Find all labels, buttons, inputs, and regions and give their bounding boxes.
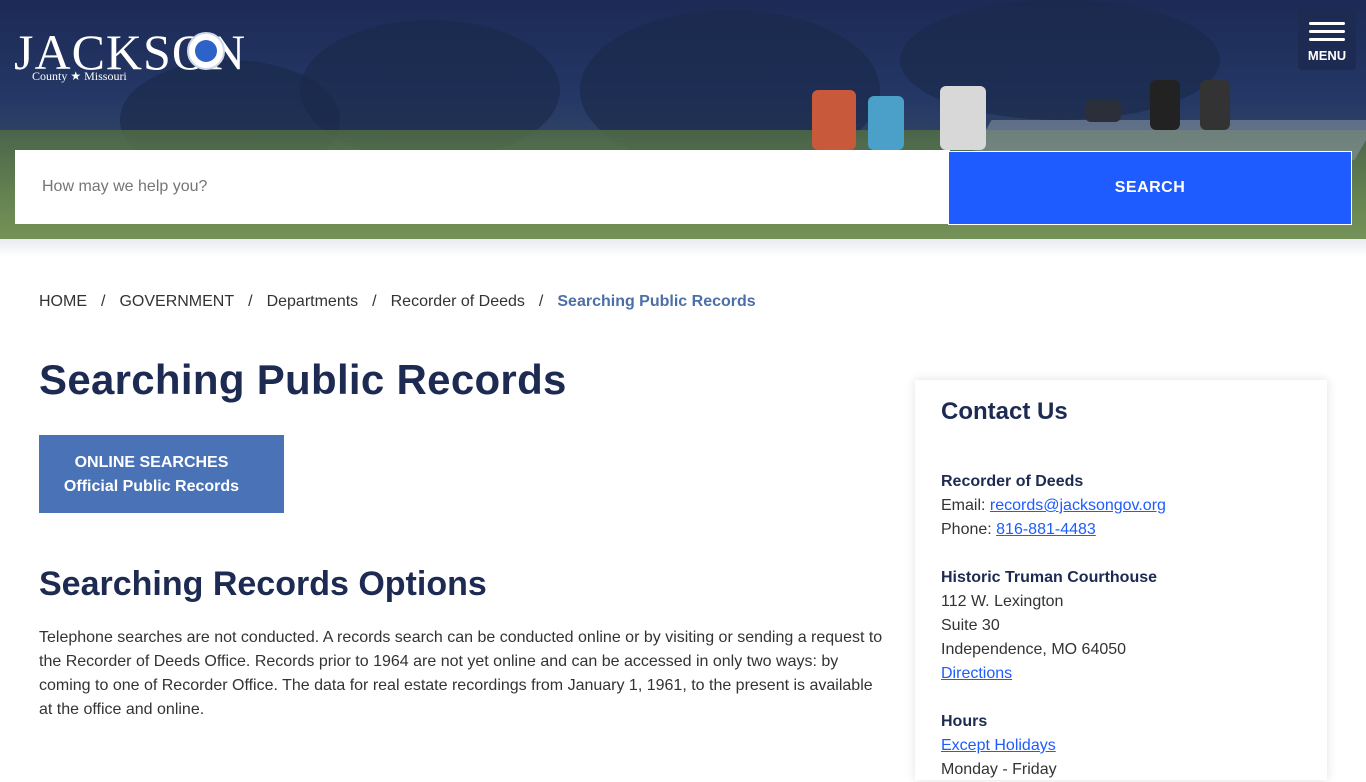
breadcrumb: HOME / GOVERNMENT / Departments / Recorder of …	[39, 293, 756, 311]
email-label: Email:	[941, 497, 990, 514]
location-name: Historic Truman Courthouse	[941, 569, 1158, 586]
logo-subtitle: County ★ Missouri	[32, 69, 127, 83]
phone-label: Phone:	[941, 521, 997, 538]
site-logo[interactable]: JACKSON County ★ Missouri	[14, 26, 264, 86]
office-name: Recorder of Deeds	[941, 473, 1084, 490]
page-title: Searching Public Records	[39, 356, 567, 403]
official-public-records-label: Official Public Records	[63, 478, 240, 495]
except-holidays-link[interactable]: Except Holidays	[941, 737, 1056, 754]
breadcrumb-current: Searching Public Records	[557, 293, 756, 310]
online-searches-button[interactable]: ONLINE SEARCHES Official Public Records …	[39, 435, 300, 513]
breadcrumb-government[interactable]: GOVERNMENT	[119, 293, 234, 311]
online-searches-label: ONLINE SEARCHES	[74, 454, 229, 471]
breadcrumb-departments[interactable]: Departments	[267, 293, 359, 311]
email-link[interactable]: records@jacksongov.org	[990, 497, 1166, 514]
address-line-1: 112 W. Lexington	[941, 593, 1064, 610]
hamburger-icon	[1309, 22, 1345, 25]
directions-link[interactable]: Directions	[941, 665, 1012, 682]
chevron-right-icon: ›	[291, 458, 300, 488]
search-button[interactable]: SEARCH	[948, 151, 1352, 225]
location-block: Historic Truman Courthouse 112 W. Lexing…	[941, 566, 1157, 686]
contact-title: Contact Us	[941, 398, 1068, 425]
records-options-text: Telephone searches are not conducted. A …	[39, 629, 883, 718]
contact-card: Contact Us Recorder of Deeds Email: reco…	[915, 380, 1327, 780]
hours-block: Hours Except Holidays Monday - Friday	[941, 710, 1057, 782]
county-seal-icon	[187, 32, 225, 70]
menu-button[interactable]: MENU	[1298, 10, 1356, 70]
office-contact-block: Recorder of Deeds Email: records@jackson…	[941, 470, 1166, 542]
address-line-3: Independence, MO 64050	[941, 641, 1127, 658]
hero-banner: JACKSON County ★ Missouri MENU SEARCH	[0, 0, 1366, 239]
section-title: Searching Records Options	[39, 565, 487, 603]
phone-link[interactable]: 816-881-4483	[996, 521, 1096, 538]
hours-days: Monday - Friday	[941, 761, 1057, 778]
address-line-2: Suite 30	[941, 617, 1000, 634]
search-input[interactable]	[15, 150, 950, 224]
hours-title: Hours	[941, 713, 988, 730]
breadcrumb-home[interactable]: HOME	[39, 293, 87, 311]
header-shadow	[0, 239, 1366, 257]
breadcrumb-recorder-of-deeds[interactable]: Recorder of Deeds	[391, 293, 525, 311]
menu-label: MENU	[1307, 48, 1347, 63]
